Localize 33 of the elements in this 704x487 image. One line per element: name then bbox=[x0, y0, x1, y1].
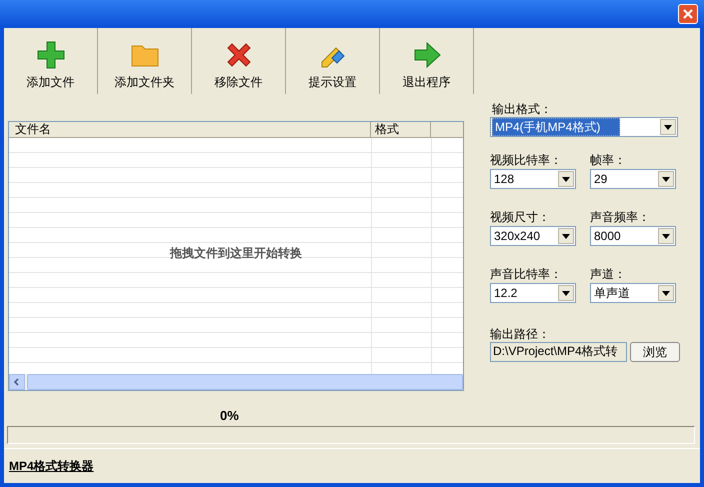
status-text: MP4格式转换器 bbox=[9, 458, 94, 475]
scroll-left-icon[interactable] bbox=[9, 374, 25, 390]
toolbar-button[interactable]: 添加文件 bbox=[4, 28, 98, 94]
field-label: 声音频率： bbox=[590, 209, 651, 226]
toolbar-button[interactable]: 退出程序 bbox=[380, 28, 474, 94]
dropdown[interactable]: 单声道 bbox=[590, 283, 676, 303]
field-label: 声音比特率： bbox=[490, 266, 563, 283]
arrow-right-icon bbox=[412, 40, 442, 70]
plus-icon bbox=[36, 40, 66, 70]
toolbar-button[interactable]: 移除文件 bbox=[192, 28, 286, 94]
column-header[interactable]: 文件名 bbox=[9, 122, 371, 137]
dropdown[interactable]: 12.2 bbox=[490, 283, 576, 303]
field-label: 输出格式： bbox=[491, 101, 553, 117]
field-label: 输出路径： bbox=[490, 326, 551, 342]
close-icon[interactable] bbox=[678, 4, 698, 24]
dropdown[interactable]: 128 bbox=[490, 169, 576, 189]
toolbar-button[interactable]: 提示设置 bbox=[286, 28, 380, 94]
browse-button[interactable]: 浏览 bbox=[630, 342, 680, 362]
dropdown[interactable]: 8000 bbox=[590, 226, 676, 246]
progress-reading: 0% bbox=[220, 407, 239, 425]
file-list[interactable]: 拖拽文件到这里开始转换 bbox=[9, 138, 463, 374]
dropdown[interactable]: 29 bbox=[590, 169, 676, 189]
field-label: 声道： bbox=[590, 266, 627, 283]
horizontal-scrollbar[interactable] bbox=[9, 374, 463, 390]
drop-hint: 拖拽文件到这里开始转换 bbox=[170, 244, 302, 262]
path-field[interactable]: D:\VProject\MP4格式转 bbox=[490, 342, 627, 362]
column-header[interactable]: 格式 bbox=[371, 122, 431, 137]
dropdown[interactable]: MP4(手机MP4格式) bbox=[490, 117, 678, 137]
toolbar-button[interactable]: 添加文件夹 bbox=[98, 28, 192, 94]
field-label: 视频尺寸： bbox=[490, 209, 551, 226]
field-label: 视频比特率： bbox=[490, 152, 563, 169]
dropdown[interactable]: 320x240 bbox=[490, 226, 576, 246]
field-label: 帧率： bbox=[590, 152, 627, 169]
